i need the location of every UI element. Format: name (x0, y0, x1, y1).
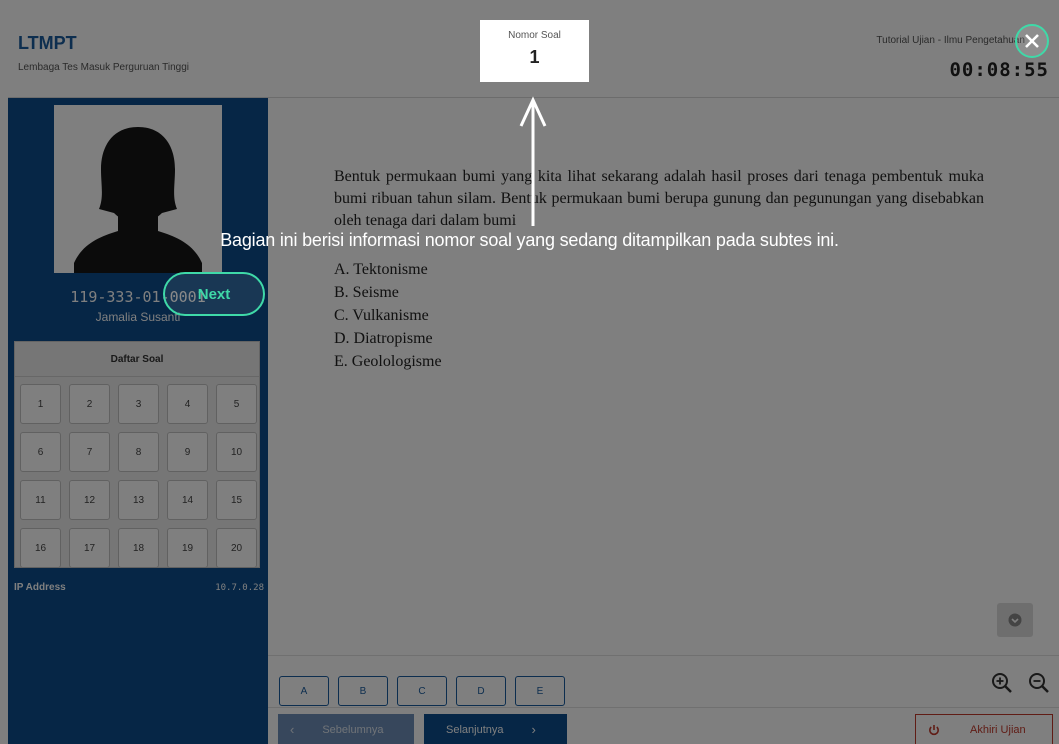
tour-message: Bagian ini berisi informasi nomor soal y… (220, 230, 839, 250)
question-number-indicator: Nomor Soal 1 (480, 20, 589, 82)
tour-close-button[interactable] (1015, 24, 1049, 58)
tour-next-button[interactable]: Next (163, 272, 265, 316)
question-number-label: Nomor Soal (508, 30, 561, 41)
question-number-value: 1 (529, 47, 540, 67)
close-icon (1025, 34, 1039, 48)
tour-overlay (0, 0, 1059, 744)
